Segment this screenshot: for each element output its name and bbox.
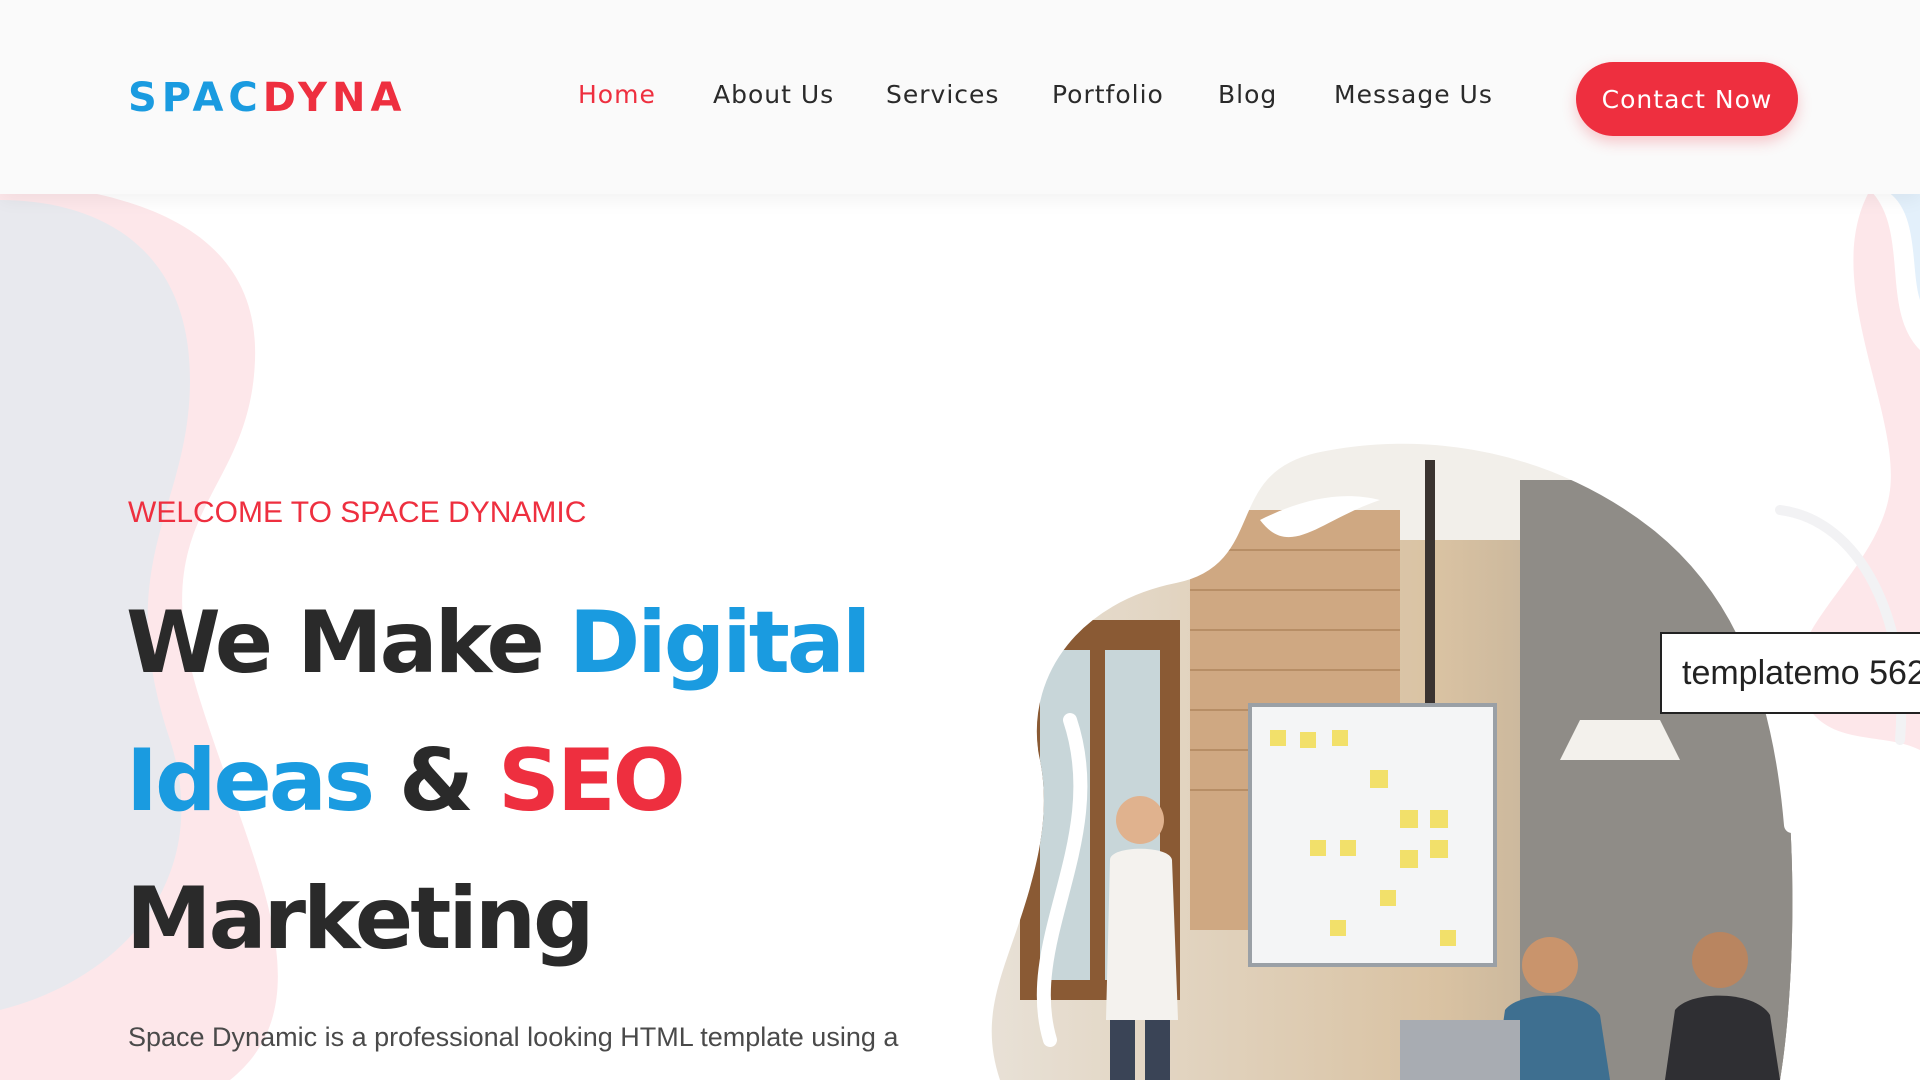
- logo-part-blue: SPAC: [128, 75, 263, 121]
- headline-digital: Digital: [568, 593, 872, 693]
- page: SPACDYNA Home About Us Services Portfoli…: [0, 0, 1920, 1080]
- nav-message-us[interactable]: Message Us: [1334, 80, 1493, 109]
- headline-line-1: We Make Digital: [126, 574, 872, 712]
- headline-ampersand: &: [372, 731, 498, 831]
- hero-eyebrow: WELCOME TO SPACE DYNAMIC: [128, 496, 587, 529]
- nav-services[interactable]: Services: [886, 80, 999, 109]
- site-header: SPACDYNA Home About Us Services Portfoli…: [0, 0, 1920, 194]
- headline-we-make: We Make: [126, 593, 569, 693]
- templatemo-badge: templatemo 562: [1660, 632, 1920, 714]
- headline-line-2: Ideas & SEO: [126, 712, 868, 850]
- hero-intro-text: Space Dynamic is a professional looking …: [128, 1022, 899, 1052]
- nav-portfolio[interactable]: Portfolio: [1052, 80, 1164, 109]
- hero-headline: We Make Digital Ideas & SEO Marketing: [126, 574, 872, 988]
- site-logo[interactable]: SPACDYNA: [128, 74, 406, 122]
- nav-about-us[interactable]: About Us: [713, 80, 834, 109]
- headline-line-3: Marketing: [126, 850, 868, 988]
- nav-blog[interactable]: Blog: [1218, 80, 1277, 109]
- headline-ideas: Ideas: [126, 731, 375, 831]
- logo-part-red: DYNA: [262, 75, 407, 121]
- headline-seo: SEO: [498, 731, 686, 831]
- headline-marketing: Marketing: [126, 869, 595, 969]
- nav-home[interactable]: Home: [578, 80, 656, 109]
- contact-now-button[interactable]: Contact Now: [1576, 62, 1798, 136]
- hero-photo: [991, 427, 1907, 1080]
